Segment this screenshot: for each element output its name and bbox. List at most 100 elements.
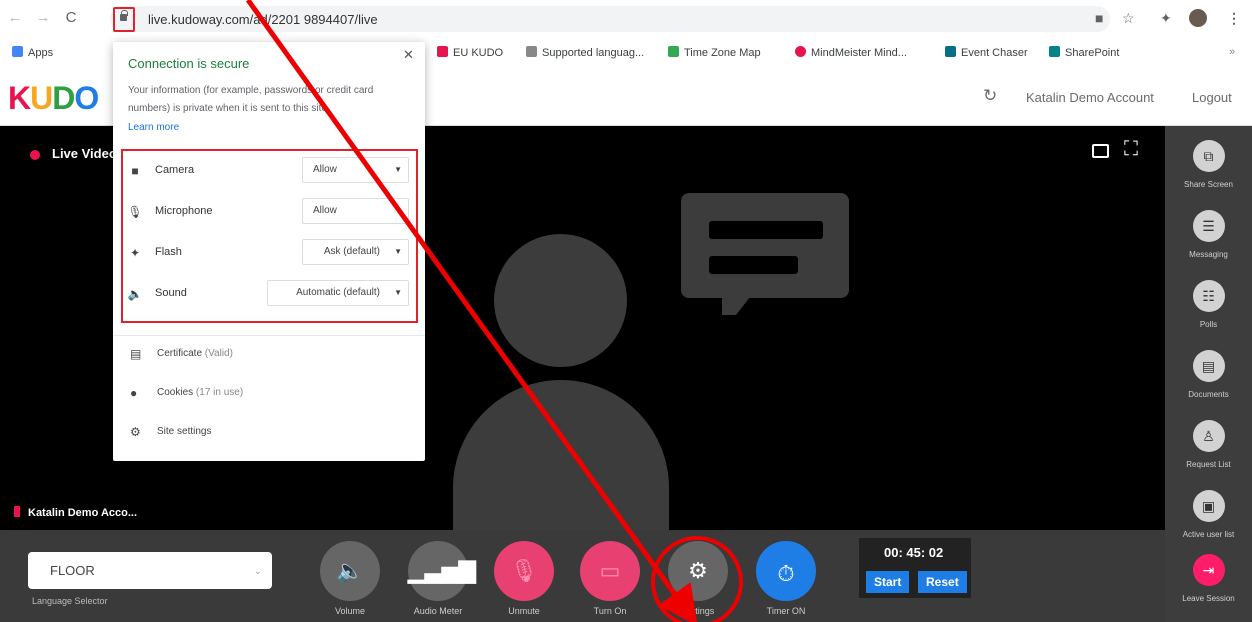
sharepoint-icon — [1049, 46, 1060, 57]
permission-sound-select[interactable]: Automatic (default) ▼ — [267, 280, 409, 306]
permission-flash-label: Flash — [155, 246, 182, 258]
language-selector-label: Language Selector — [32, 596, 108, 606]
speaker-icon: 🔈 — [127, 287, 143, 301]
certificate-item[interactable]: Certificate (Valid) — [157, 348, 233, 359]
bookmark-eu-kudo[interactable]: EU KUDO — [437, 46, 503, 59]
map-icon — [668, 46, 679, 57]
connection-description: Your information (for example, passwords… — [128, 85, 374, 114]
learn-more-link[interactable]: Learn more — [128, 122, 179, 133]
popup-divider — [113, 335, 425, 336]
timer-button[interactable]: ⏱ — [756, 541, 816, 601]
polls-button[interactable]: ☷ Polls — [1165, 280, 1252, 329]
turn-on-camera-button[interactable]: ▭ — [580, 541, 640, 601]
request-list-button[interactable]: ♙ Request List — [1165, 420, 1252, 469]
message-icon: ☰ — [1192, 210, 1225, 242]
pip-icon[interactable] — [1092, 144, 1109, 158]
avatar-head — [494, 234, 627, 367]
chevron-down-icon: ▼ — [394, 288, 402, 297]
turn-on-label: Turn On — [593, 606, 627, 616]
site-settings-item[interactable]: Site settings — [157, 426, 211, 437]
cookies-item[interactable]: Cookies (17 in use) — [157, 387, 243, 398]
unmute-label: Unmute — [508, 606, 540, 616]
gear-icon: ⚙ — [130, 425, 141, 439]
leave-session-button[interactable]: ⇥ Leave Session — [1165, 554, 1252, 603]
close-icon[interactable]: ✕ — [403, 47, 414, 63]
bookmark-supported-languages[interactable]: Supported languag... — [526, 46, 644, 59]
unmute-button[interactable]: 🎙 — [494, 541, 554, 601]
live-indicator — [30, 150, 40, 160]
speaker-indicator-icon — [14, 506, 20, 517]
live-video-label: Live Video — [52, 146, 117, 161]
audio-meter-label: Audio Meter — [413, 606, 463, 616]
timer-value: 00: 45: 02 — [884, 545, 944, 560]
active-user-list-button[interactable]: ▣ Active user list — [1165, 490, 1252, 539]
cookie-icon: ● — [130, 386, 138, 400]
share-screen-button[interactable]: ⧉ Share Screen — [1165, 140, 1252, 189]
fullscreen-icon[interactable]: ⛶ — [1124, 138, 1138, 161]
chevron-down-icon: ⌄ — [254, 566, 262, 576]
chat-bubble-icon — [681, 193, 849, 298]
audio-meter-button[interactable]: ▁▃▅▇ — [408, 541, 476, 601]
right-sidebar: ⧉ Share Screen ☰ Messaging ☷ Polls ▤ Doc… — [1165, 126, 1252, 622]
documents-button[interactable]: ▤ Documents — [1165, 350, 1252, 399]
logout-link[interactable]: Logout — [1192, 90, 1232, 105]
connection-secure-title: Connection is secure — [128, 56, 250, 71]
permission-camera-select[interactable]: Allow ▼ — [302, 157, 409, 183]
apps-icon — [12, 46, 23, 57]
chevron-down-icon: ▼ — [394, 247, 402, 256]
camera-off-icon: ▭ — [599, 558, 621, 583]
bookmark-event-chaser[interactable]: Event Chaser — [945, 46, 1028, 59]
timer-start-button[interactable]: Start — [866, 571, 910, 593]
bubble-line — [709, 221, 823, 239]
bookmark-mindmeister[interactable]: MindMeister Mind... — [795, 46, 907, 59]
sharepoint-icon — [945, 46, 956, 57]
screen: ← → C live.kudoway.com/ad/2201 9894407/l… — [0, 0, 1252, 622]
language-selector[interactable]: FLOOR — [28, 552, 272, 589]
account-name[interactable]: Katalin Demo Account — [1026, 90, 1154, 105]
browser-toolbar: ← → C live.kudoway.com/ad/2201 9894407/l… — [0, 0, 1252, 40]
url-text[interactable]: live.kudoway.com/ad/2201 9894407/live — [148, 12, 378, 27]
permission-microphone-select[interactable]: Allow ▼ — [302, 198, 409, 224]
page-icon — [526, 46, 537, 57]
timer-label: Timer ON — [766, 606, 806, 616]
bookmarks-overflow[interactable]: » — [1229, 46, 1235, 58]
chat-bubble-tail — [722, 297, 750, 315]
messaging-button[interactable]: ☰ Messaging — [1165, 210, 1252, 259]
camera-icon[interactable]: ■ — [1095, 10, 1103, 26]
leave-icon: ⇥ — [1192, 554, 1225, 586]
document-icon: ▤ — [1192, 350, 1225, 382]
timer-reset-button[interactable]: Reset — [918, 571, 967, 593]
lock-highlight — [113, 7, 135, 32]
permission-microphone-label: Microphone — [155, 205, 213, 217]
profile-icon[interactable] — [1189, 9, 1207, 27]
polls-icon: ☷ — [1192, 280, 1225, 312]
settings-highlight-circle — [651, 536, 743, 622]
microphone-icon: 🎙 — [127, 205, 143, 219]
permission-sound-label: Sound — [155, 287, 187, 299]
user-list-icon: ▣ — [1192, 490, 1225, 522]
share-screen-icon: ⧉ — [1192, 140, 1225, 172]
permission-camera-label: Camera — [155, 164, 195, 176]
microphone-muted-icon: 🎙 — [510, 558, 538, 583]
back-icon[interactable]: ← — [6, 9, 24, 27]
reload-icon[interactable]: C — [62, 9, 80, 27]
menu-icon[interactable]: ⋮ — [1227, 10, 1241, 27]
volume-label: Volume — [334, 606, 366, 616]
speaker-icon: 🔈 — [336, 558, 364, 583]
refresh-icon[interactable]: ↻ — [983, 86, 997, 106]
kudo-icon — [437, 46, 448, 57]
forward-icon[interactable]: → — [34, 9, 52, 27]
mindmeister-icon — [795, 46, 806, 57]
star-icon[interactable]: ☆ — [1122, 10, 1135, 27]
participant-name-tag: Katalin Demo Acco... — [14, 506, 137, 519]
kudo-logo: KUDO — [8, 80, 99, 116]
volume-button[interactable]: 🔈 — [320, 541, 380, 601]
chevron-down-icon: ▼ — [394, 165, 402, 174]
bookmark-apps[interactable]: Apps — [12, 46, 53, 59]
certificate-icon: ▤ — [130, 347, 142, 361]
extensions-icon[interactable]: ✦ — [1160, 10, 1172, 27]
permission-flash-select[interactable]: Ask (default) ▼ — [302, 239, 409, 265]
bookmark-time-zone-map[interactable]: Time Zone Map — [668, 46, 761, 59]
bookmark-sharepoint[interactable]: SharePoint — [1049, 46, 1119, 59]
request-list-icon: ♙ — [1192, 420, 1225, 452]
